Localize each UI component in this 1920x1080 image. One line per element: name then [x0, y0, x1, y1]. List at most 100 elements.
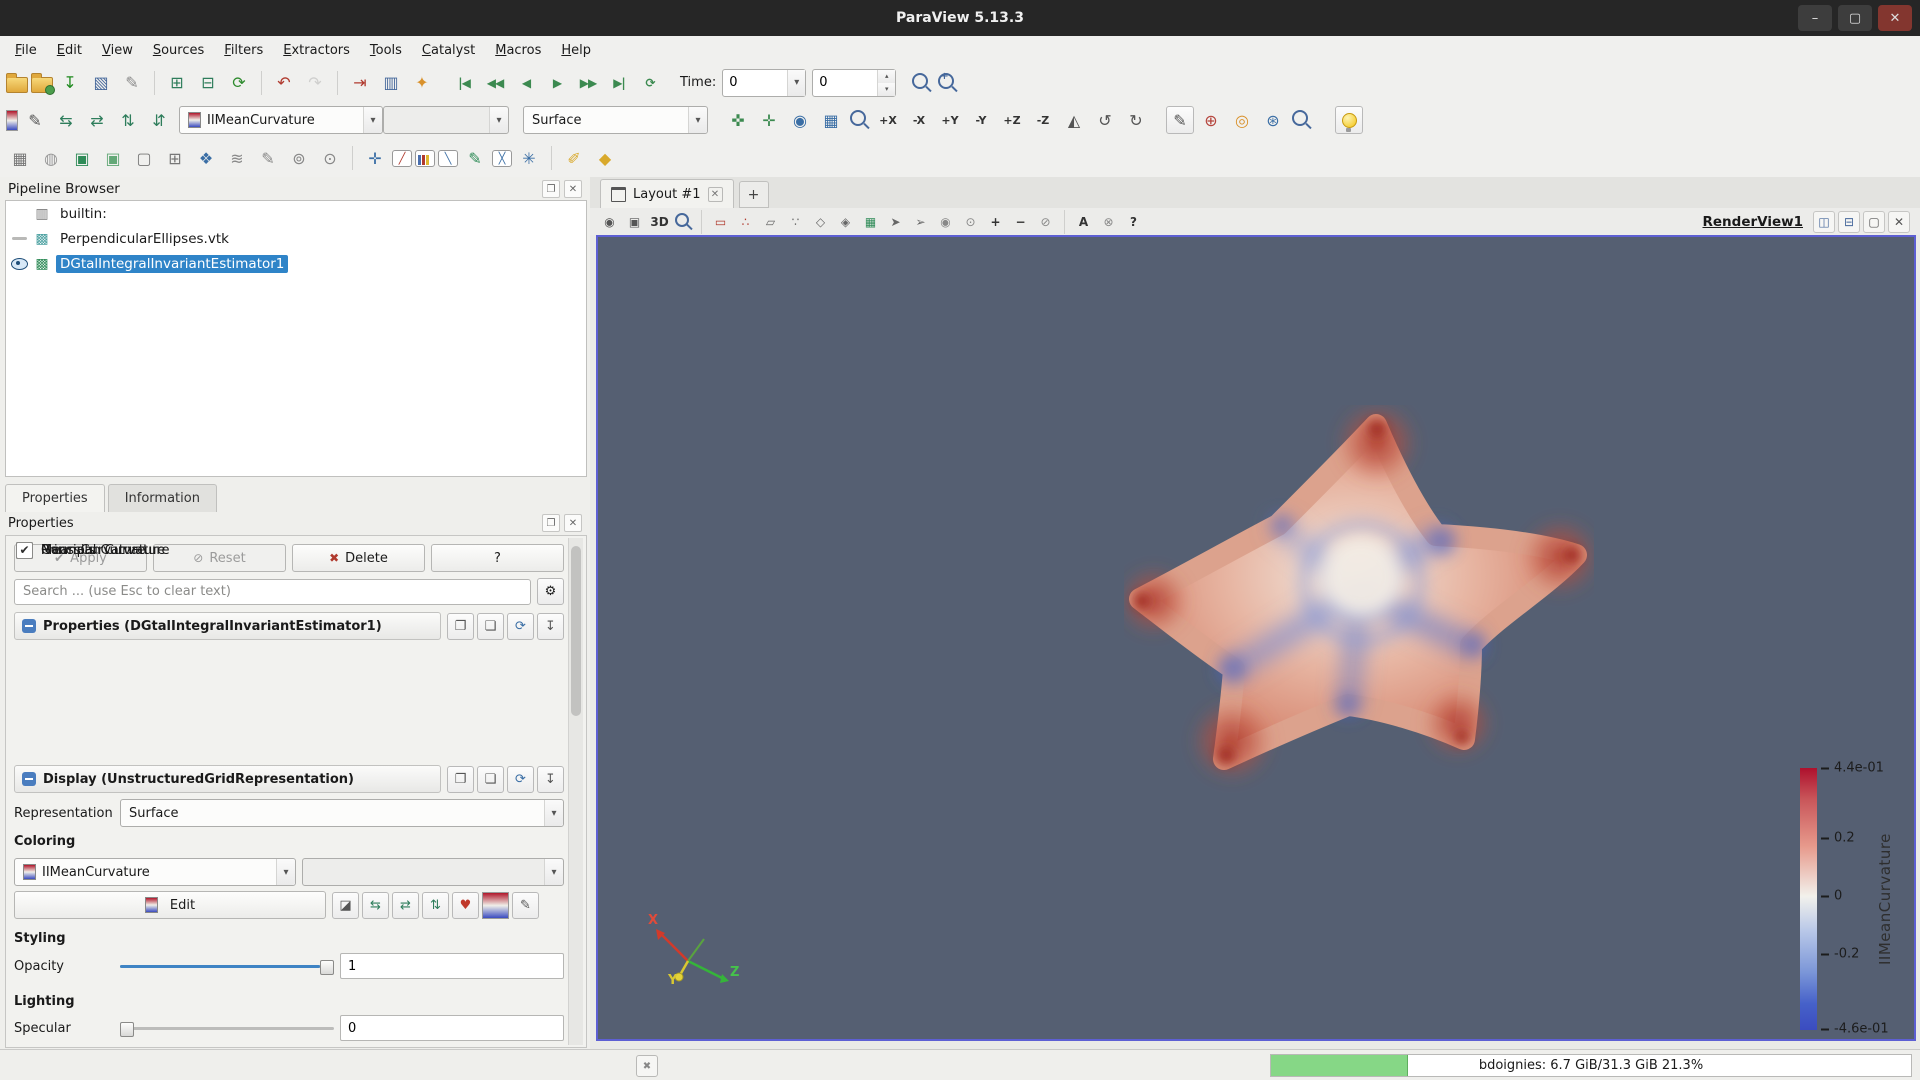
search-input[interactable] [14, 579, 531, 605]
frame-spinner[interactable] [877, 70, 895, 96]
rescale-to-custom-range-button[interactable]: ⇄ [392, 892, 419, 919]
glyph-button[interactable]: ⊚ [285, 144, 313, 172]
color-component-combo[interactable] [302, 858, 564, 886]
toggle-interaction-mode-button[interactable]: 3D [648, 210, 671, 233]
shrink-selection-button[interactable]: − [1009, 210, 1032, 233]
play-forward-button[interactable]: ▶ [543, 69, 571, 97]
ruler-button[interactable]: ✐ [560, 144, 588, 172]
reset-session-button[interactable]: ⟳ [225, 69, 253, 97]
select-cells-on-button[interactable]: ▭ [709, 210, 732, 233]
connect-server-button[interactable]: ▥ [377, 69, 405, 97]
extract-level-button[interactable]: ▣ [99, 144, 127, 172]
restore-defaults-button[interactable]: ⟳ [507, 766, 534, 793]
properties-scrollbar[interactable] [568, 538, 583, 1045]
menu-filters[interactable]: Filters [215, 40, 272, 61]
interactive-select-cells-button[interactable]: ➤ [884, 210, 907, 233]
zoom-closest-button[interactable] [1292, 110, 1308, 126]
annotation-tag-button[interactable]: ◆ [591, 144, 619, 172]
view-minus-x-button[interactable]: -X [905, 106, 933, 134]
choose-preset-button[interactable]: ♥ [452, 892, 479, 919]
toggle-color-legend-button[interactable] [6, 110, 18, 131]
auto-apply-button[interactable]: ⊞ [163, 69, 191, 97]
close-properties-button[interactable]: ✕ [564, 514, 582, 532]
previous-frame-button[interactable]: ◀◀ [481, 69, 509, 97]
pipeline-item-builtin[interactable]: ▥ builtin: [6, 201, 586, 226]
color-legend-bar[interactable] [1800, 768, 1817, 1030]
save-state-button[interactable]: ▧ [87, 69, 115, 97]
play-backward-button[interactable]: ◀ [512, 69, 540, 97]
zoom-to-selection-button[interactable] [938, 73, 954, 89]
properties-section-header[interactable]: Properties (DGtalIntegralInvariantEstima… [14, 612, 441, 640]
edit-scalar-bar-button[interactable]: ✎ [512, 892, 539, 919]
minimize-button[interactable]: – [1798, 5, 1832, 31]
color-array-combo[interactable]: IIMeanCurvature [179, 106, 383, 134]
representation-toolbar-combo[interactable]: Surface [523, 106, 708, 134]
search-options-button[interactable]: ⚙ [537, 578, 564, 605]
last-frame-button[interactable]: ▶| [605, 69, 633, 97]
add-camera-link-button[interactable]: ⊗ [1097, 210, 1120, 233]
specular-slider[interactable] [120, 1020, 334, 1036]
split-vertical-button[interactable]: ⊟ [1838, 211, 1860, 233]
combo-caret-icon[interactable] [544, 800, 563, 826]
opacity-slider[interactable] [120, 958, 334, 974]
close-button[interactable]: ✕ [1878, 5, 1912, 31]
close-view-button[interactable]: ✕ [1888, 211, 1910, 233]
rotate-90-ccw-button[interactable]: ↺ [1091, 106, 1119, 134]
frame-index-spinbox[interactable] [812, 69, 896, 97]
loop-button[interactable]: ⟳ [636, 69, 664, 97]
rescale-to-data-range-button[interactable]: ⇆ [52, 106, 80, 134]
menu-sources[interactable]: Sources [144, 40, 213, 61]
menu-extractors[interactable]: Extractors [274, 40, 359, 61]
glyph-with-custom-source-button[interactable]: ✳ [515, 144, 543, 172]
menu-edit[interactable]: Edit [48, 40, 91, 61]
edit-interaction-mode-button[interactable]: ✎ [1166, 106, 1194, 134]
layout-tab[interactable]: Layout #1 ✕ [600, 179, 734, 208]
spin-up-icon[interactable] [878, 70, 895, 83]
axes-grid-button[interactable]: ❖ [192, 144, 220, 172]
view-plus-y-button[interactable]: +Y [936, 106, 964, 134]
maximize-view-button[interactable]: ▢ [1863, 211, 1885, 233]
rescale-to-data-range-button[interactable]: ⇆ [362, 892, 389, 919]
open-recent-button[interactable] [31, 77, 53, 93]
load-palette-button[interactable]: ✎ [118, 69, 146, 97]
extract-block-button[interactable]: ▣ [68, 144, 96, 172]
stream-tracer-button[interactable]: ⊙ [316, 144, 344, 172]
zoom-to-box-button[interactable] [850, 110, 866, 126]
toggle-scalar-bar-button[interactable] [482, 892, 509, 919]
scrollbar-thumb[interactable] [571, 546, 581, 716]
outline-button[interactable]: ▢ [130, 144, 158, 172]
plot-selection-over-time-button[interactable]: ╲ [438, 150, 458, 167]
opacity-input[interactable] [340, 953, 564, 979]
adjust-camera-button[interactable]: ◉ [598, 210, 621, 233]
undo-button[interactable]: ↶ [270, 69, 298, 97]
zoom-to-data-button[interactable]: ◉ [786, 106, 814, 134]
next-frame-button[interactable]: ▶▶ [574, 69, 602, 97]
reset-camera-closest-button[interactable]: ✛ [755, 106, 783, 134]
rotate-90-cw-button[interactable]: ↻ [1122, 106, 1150, 134]
reset-camera-button[interactable]: ✜ [724, 106, 752, 134]
display-section-header[interactable]: Display (UnstructuredGridRepresentation) [14, 765, 441, 793]
tab-information[interactable]: Information [108, 484, 217, 512]
apply-changes-button[interactable]: ⊟ [194, 69, 222, 97]
plot-over-line-button[interactable]: ╱ [392, 150, 412, 167]
slider-handle[interactable] [320, 960, 334, 975]
copy-properties-button[interactable]: ❐ [447, 613, 474, 640]
reset-center-button[interactable]: ◎ [1228, 106, 1256, 134]
collapse-icon[interactable] [22, 619, 36, 633]
disconnect-server-button[interactable]: ⇥ [346, 69, 374, 97]
edit-color-map-button[interactable]: ✎ [21, 106, 49, 134]
isometric-view-button[interactable]: ◭ [1060, 106, 1088, 134]
spreadsheet-view-button[interactable]: ▦ [6, 144, 34, 172]
toggle-annotation-button[interactable]: A [1072, 210, 1095, 233]
visibility-toggle[interactable] [10, 237, 28, 240]
view-plus-z-button[interactable]: +Z [998, 106, 1026, 134]
pipeline-item-perpendicular-ellipses[interactable]: ▩ PerpendicularEllipses.vtk [6, 226, 586, 251]
find-data-button[interactable]: ◍ [37, 144, 65, 172]
select-points-through-button[interactable]: ∵ [784, 210, 807, 233]
pick-center-button[interactable]: ⊕ [1197, 106, 1225, 134]
combo-caret-icon[interactable] [688, 107, 707, 133]
split-horizontal-button[interactable]: ◫ [1813, 211, 1835, 233]
time-value-input[interactable] [723, 70, 787, 96]
rescale-to-temporal-range-button[interactable]: ⇅ [114, 106, 142, 134]
combo-caret-icon[interactable] [276, 859, 295, 885]
